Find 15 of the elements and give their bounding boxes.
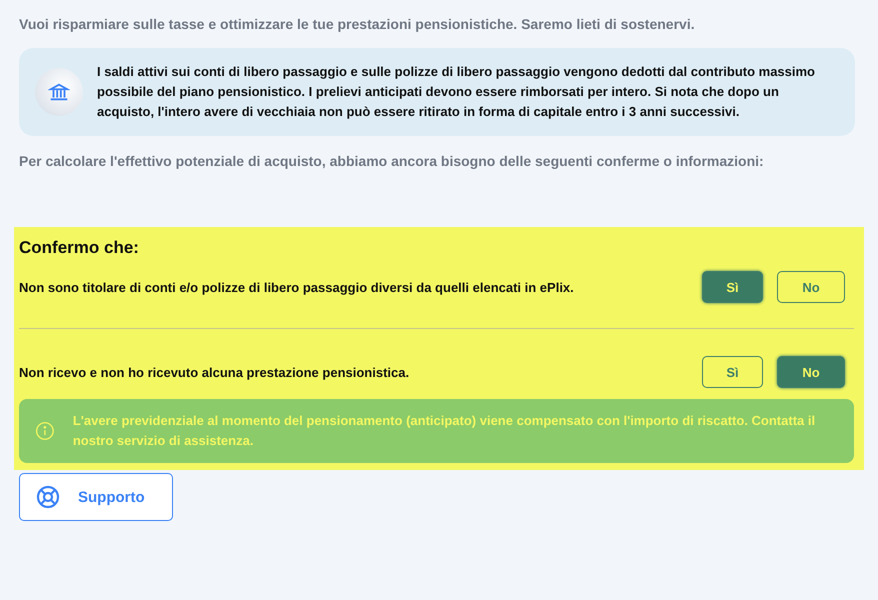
answer-button[interactable]: No xyxy=(777,356,845,388)
bank-icon xyxy=(35,68,83,116)
request-text: Per calcolare l'effettivo potenziale di acquisto, abbiamo ancora bisogno delle seguenti conferme o informazioni: xyxy=(19,152,765,171)
question-text: Non ricevo e non ho ricevuto alcuna prestazione pensionistica. xyxy=(19,364,410,380)
confirm-title: Confermo che: xyxy=(19,237,140,259)
info-icon xyxy=(35,419,55,443)
answer-button[interactable]: Sì xyxy=(702,356,763,388)
lifebuoy-icon xyxy=(36,485,60,509)
answer-button[interactable]: Sì xyxy=(702,271,763,303)
question-text: Non sono titolare di conti e/o polizze di libero passaggio diversi da quelli elencati in ePlix. xyxy=(19,280,574,294)
answer-button[interactable]: No xyxy=(777,271,845,303)
support-button[interactable]: Supporto xyxy=(19,473,173,521)
info-text: I saldi attivi sui conti di libero passaggio e sulle polizze di libero passaggio vengono dedotti dal contributo massimo possibile del piano pensionistico. I prelievi anticipati devono essere rimborsati per intero. Si nota che dopo un acquisto, l'intero avere di vecchiaia non può essere ritirato in forma di capitale entro i 3 anni successivi. xyxy=(97,63,816,121)
intro-text: Vuoi risparmiare sulle tasse e ottimizzare le tue prestazioni pensionistiche. Saremo lieti di sostenervi. xyxy=(19,15,696,34)
notice-text: L'avere previdenziale al momento del pensionamento (anticipato) viene compensato con l'importo di riscatto. Contatta il nostro servizio di assistenza. xyxy=(72,412,816,450)
